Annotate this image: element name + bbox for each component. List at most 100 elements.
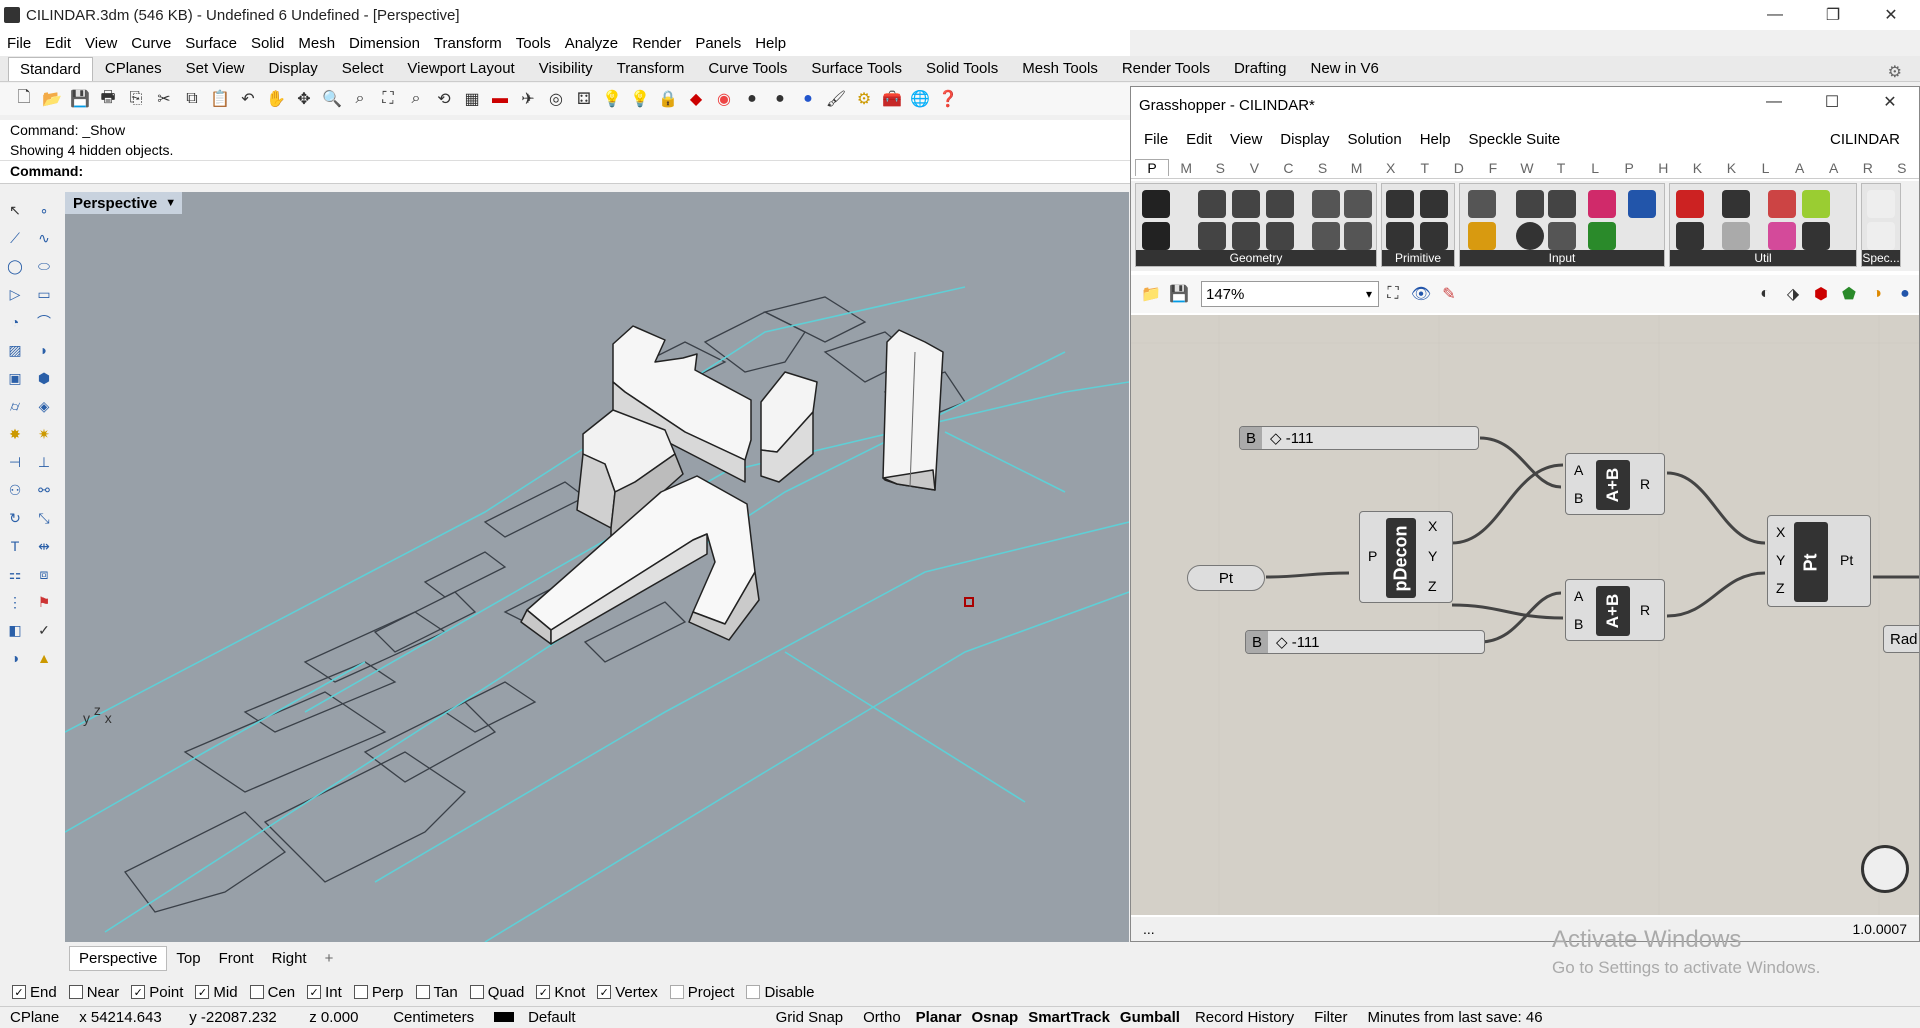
arc-icon[interactable]: ◔ [4,311,26,333]
gh-tab[interactable]: T [1408,160,1442,176]
value-list-icon[interactable] [1548,222,1576,250]
point-param-icon[interactable] [1232,222,1260,250]
undo-icon[interactable]: ↶ [237,88,259,110]
gh-tab[interactable]: P [1612,160,1646,176]
ortho-toggle[interactable]: Ortho [853,1009,911,1026]
addition-component-2[interactable]: A B A+B R [1565,579,1665,641]
zoom-window-icon[interactable]: ⌕ [349,88,371,110]
gh-tab[interactable]: M [1169,160,1203,176]
osnap-point[interactable]: ✓ Point [131,984,183,1001]
preview-eye-icon[interactable]: 👁 [1410,283,1432,305]
speckle-send-icon[interactable] [1867,190,1895,218]
tab-surface-tools[interactable]: Surface Tools [799,56,914,81]
close-button[interactable]: ✕ [1862,0,1920,30]
gh-menu-edit[interactable]: Edit [1177,131,1221,148]
zoom-extents-icon[interactable]: ⛶ [377,88,399,110]
cherry-icon[interactable] [1676,190,1704,218]
viewport-title[interactable]: Perspective ▼ [65,192,183,214]
pan-icon[interactable]: ✋ [265,88,287,110]
grasshopper-canvas[interactable]: B ◇ -111 B ◇ -111 Pt P pDecon X Y Z A B … [1131,315,1919,915]
planar-toggle[interactable]: Planar [911,1009,967,1026]
restore-button[interactable]: ❐ [1804,0,1862,30]
construct-point-component[interactable]: X Y Z Pt Pt [1767,515,1871,607]
layer-indicator[interactable]: Default [484,1009,596,1026]
print-icon[interactable]: 🖶 [97,88,119,110]
tab-top[interactable]: Top [167,947,209,970]
gh-menu-speckle[interactable]: Speckle Suite [1460,131,1570,148]
menu-curve[interactable]: Curve [124,35,178,52]
array-grid-icon[interactable]: ⋮ [4,591,26,613]
mesh-param-icon[interactable] [1344,190,1372,218]
array-icon[interactable]: ⚏ [4,563,26,585]
gh-tab[interactable]: R [1851,160,1885,176]
gear-icon[interactable]: ⚙ [1876,58,1914,86]
arrow-right-icon[interactable] [1722,190,1750,218]
dimension-icon[interactable]: ⇹ [33,535,55,557]
zoom-dropdown[interactable]: 147% [1201,281,1379,307]
chevron-down-icon[interactable]: ▼ [165,197,176,209]
gh-tab[interactable]: S [1885,160,1919,176]
select-icon[interactable]: ◎ [545,88,567,110]
radius-component[interactable]: Rad [1883,625,1919,653]
hollow-arrow-icon[interactable] [1722,222,1750,250]
tab-right[interactable]: Right [263,947,316,970]
polyline-icon[interactable]: ⟋ [4,227,26,249]
point-parameter[interactable]: Pt [1187,565,1265,591]
loft-icon[interactable]: ◗ [33,339,55,361]
minimize-button[interactable]: — [1746,0,1804,30]
select-arrow-icon[interactable]: ↖ [4,199,26,221]
fillet-icon[interactable]: ⌒ [33,311,55,333]
cluster-icon[interactable] [1768,190,1796,218]
osnap-disable[interactable]: Disable [746,984,815,1001]
zoom-extents-icon[interactable]: ⛶ [1382,283,1404,305]
gh-tab[interactable]: F [1476,160,1510,176]
color-wheel-icon[interactable]: ◉ [713,88,735,110]
gh-menu-file[interactable]: File [1135,131,1177,148]
osnap-cen[interactable]: Cen [249,984,295,1001]
gh-menu-view[interactable]: View [1221,131,1271,148]
bulb-icon[interactable]: 💡 [629,88,651,110]
tab-display[interactable]: Display [257,56,330,81]
shaded-sphere-icon[interactable]: ● [741,88,763,110]
help-icon[interactable]: ❓ [937,88,959,110]
analyze-icon[interactable]: ◧ [4,619,26,641]
speckle-receive-icon[interactable] [1867,222,1895,250]
tab-cplanes[interactable]: CPlanes [93,56,174,81]
menu-edit[interactable]: Edit [38,35,78,52]
gh-tab[interactable]: S [1305,160,1339,176]
gh-tab[interactable]: V [1237,160,1271,176]
osnap-knot[interactable]: ✓ Knot [536,984,585,1001]
osnap-vertex[interactable]: ✓ Vertex [597,984,658,1001]
tree-icon[interactable] [1676,222,1704,250]
gh-tab[interactable]: T [1544,160,1578,176]
geometry-icon[interactable] [1142,190,1170,218]
tab-standard[interactable]: Standard [8,57,93,81]
gh-tab[interactable]: C [1271,160,1305,176]
point-icon[interactable]: ∘ [33,199,55,221]
gh-menu-display[interactable]: Display [1271,131,1338,148]
gh-minimize-button[interactable]: — [1745,87,1803,117]
menu-tools[interactable]: Tools [509,35,558,52]
render-preview-icon[interactable]: ● [1894,283,1916,305]
gh-tab[interactable]: K [1714,160,1748,176]
tab-render-tools[interactable]: Render Tools [1110,56,1222,81]
globe-icon[interactable]: 🌐 [909,88,931,110]
gh-tab[interactable]: A [1783,160,1817,176]
add-viewport-icon[interactable]: + [316,947,343,970]
box-param-icon[interactable] [1312,222,1340,250]
vector-param-icon[interactable] [1266,222,1294,250]
cut-icon[interactable]: ✂ [153,88,175,110]
menu-analyze[interactable]: Analyze [558,35,625,52]
paste-icon[interactable]: 📋 [209,88,231,110]
gh-tab[interactable]: W [1510,160,1544,176]
join-icon[interactable]: ⚯ [33,479,55,501]
tab-solid-tools[interactable]: Solid Tools [914,56,1010,81]
copy-icon[interactable]: ⧉ [181,88,203,110]
menu-panels[interactable]: Panels [688,35,748,52]
flask-icon[interactable] [1768,222,1796,250]
text-param-icon[interactable] [1420,222,1448,250]
cplane-label[interactable]: CPlane [0,1009,69,1026]
brush-icon[interactable]: 🖌 [825,88,847,110]
gh-menu-solution[interactable]: Solution [1338,131,1410,148]
gradient-icon[interactable] [1588,190,1616,218]
